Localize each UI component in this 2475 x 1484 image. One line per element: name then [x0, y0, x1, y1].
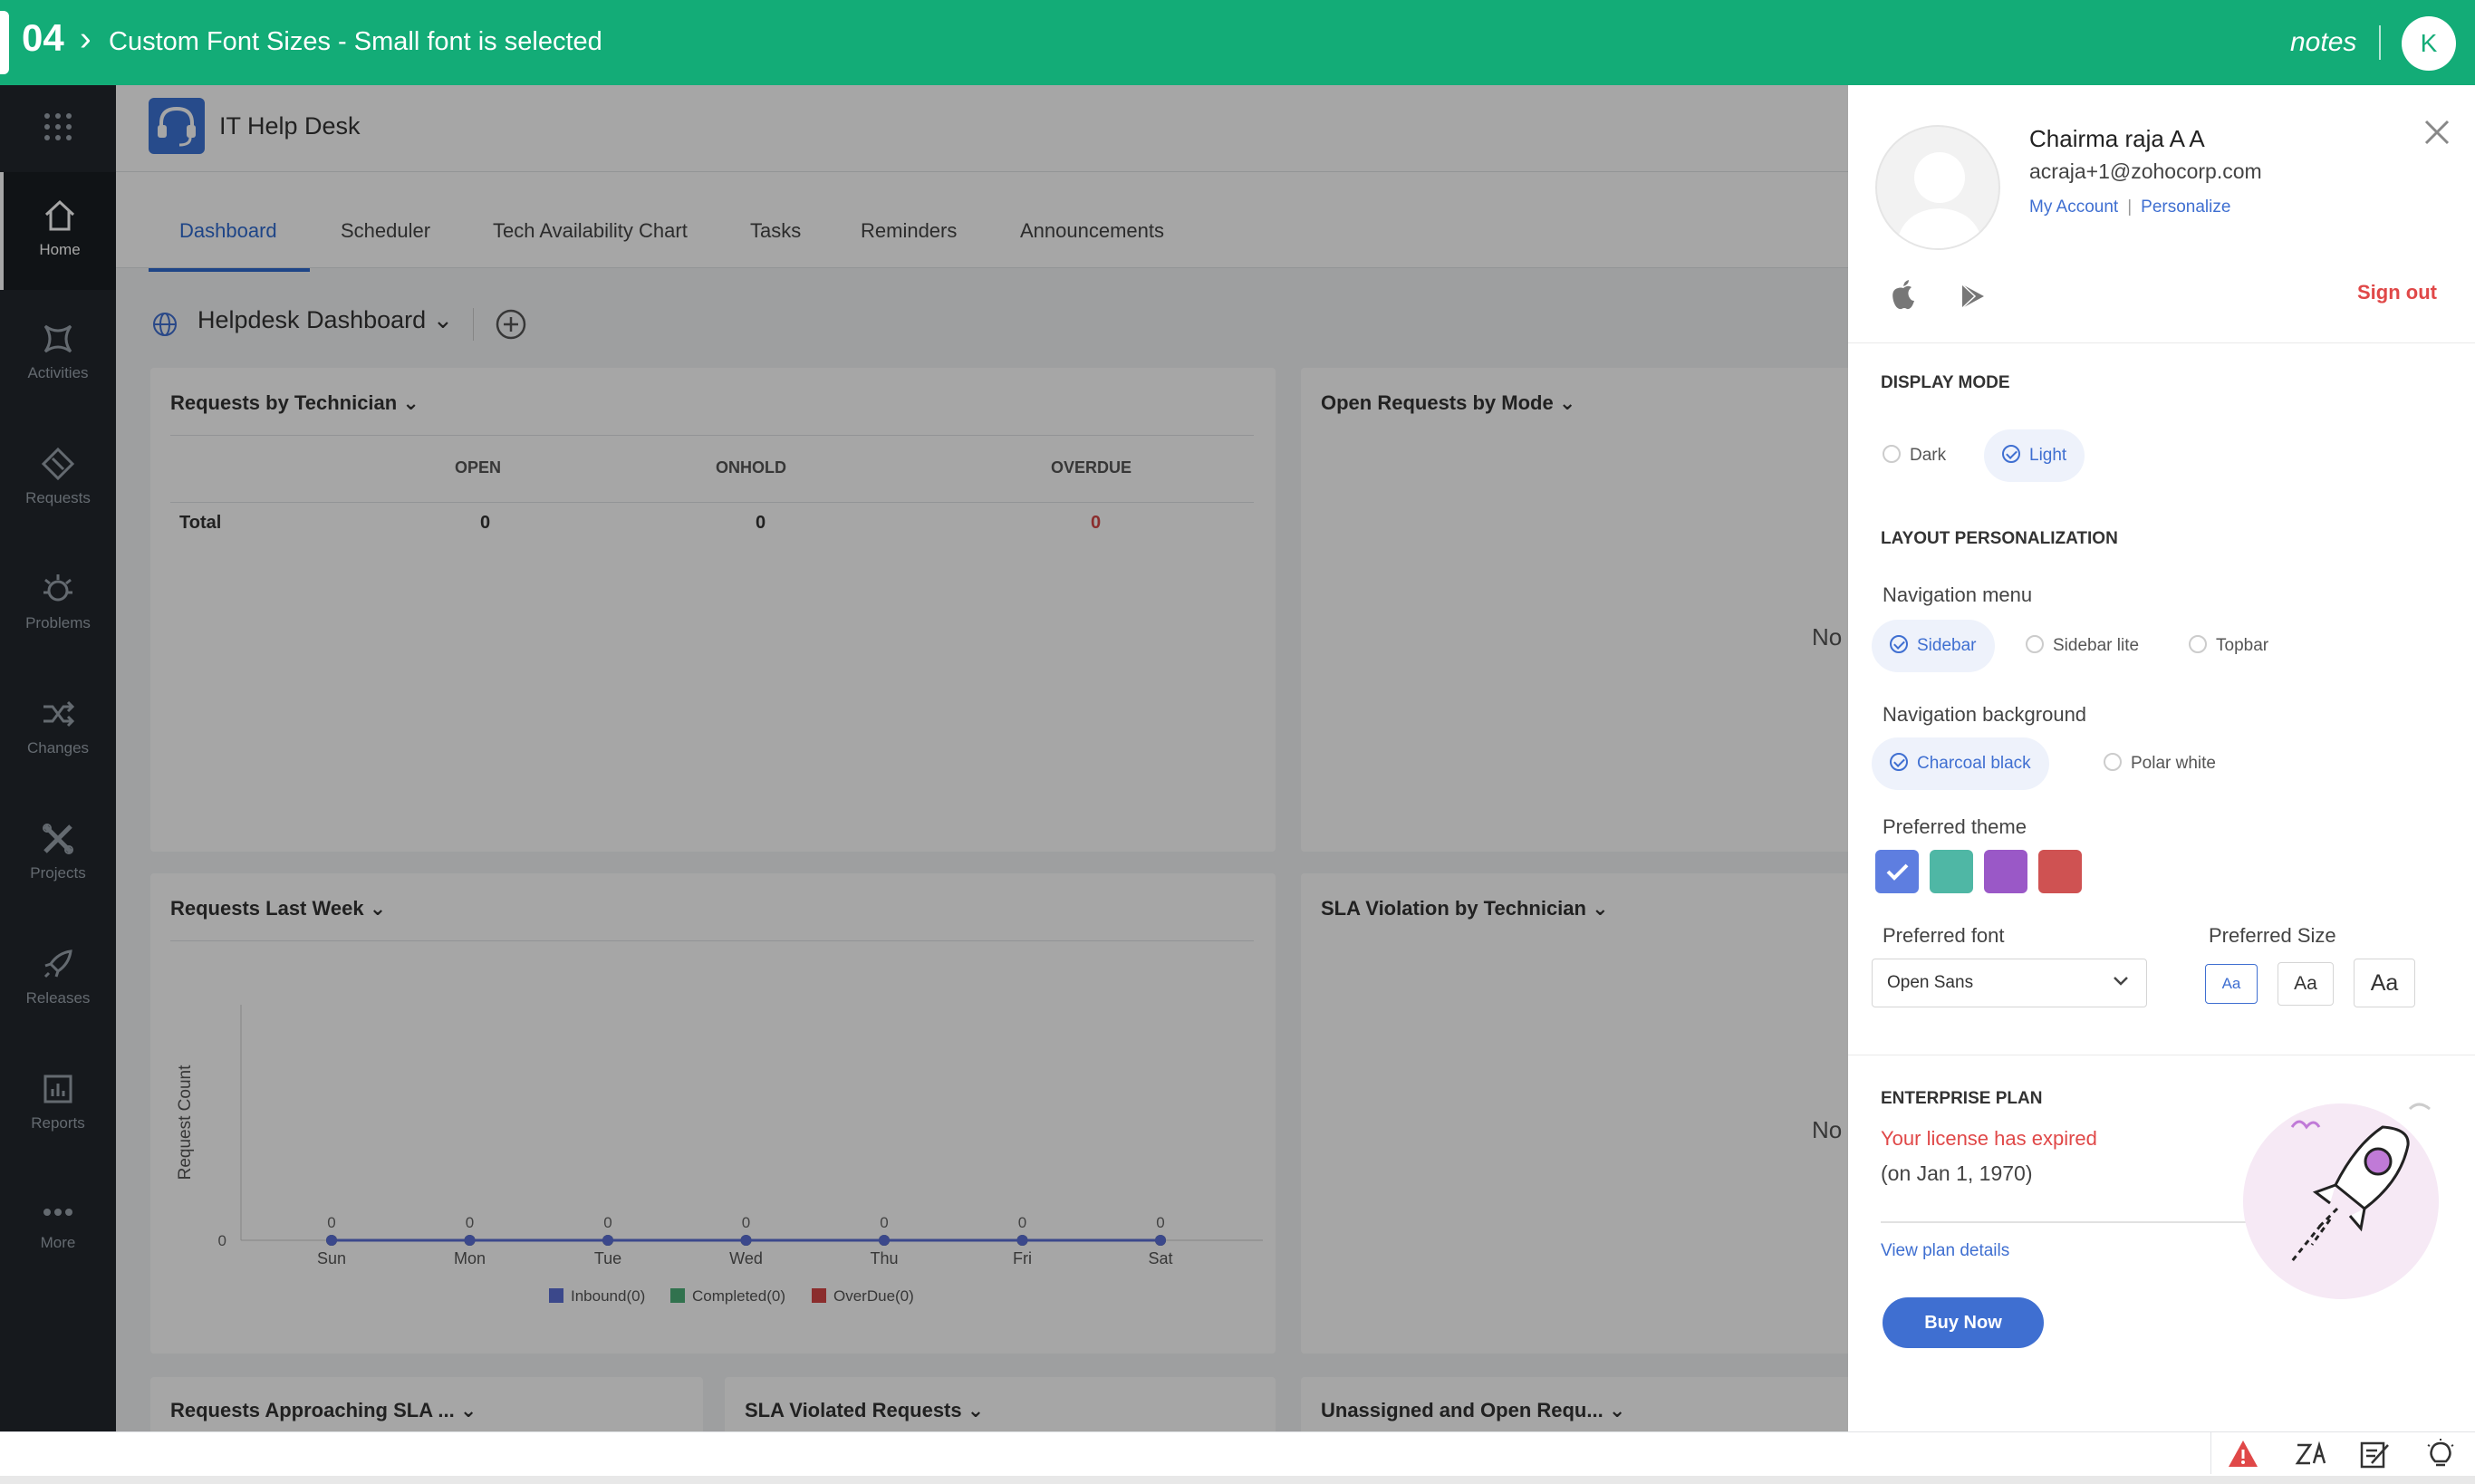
- check-circle-icon: [1890, 634, 1908, 653]
- alert-icon[interactable]: [2227, 1438, 2259, 1470]
- google-play-icon[interactable]: [1959, 283, 1986, 310]
- notes-link[interactable]: notes: [2290, 27, 2356, 58]
- step-number: 04: [22, 16, 64, 59]
- theme-swatch-blue[interactable]: [1875, 850, 1919, 893]
- option-label: Dark: [1910, 446, 1947, 465]
- personalize-link[interactable]: Personalize: [2141, 198, 2230, 217]
- checkmark-icon: [1886, 863, 1909, 881]
- bulb-icon[interactable]: [2424, 1438, 2457, 1470]
- profile-links: My Account | Personalize: [2029, 198, 2230, 217]
- compose-icon[interactable]: [2359, 1438, 2392, 1470]
- sign-out-button[interactable]: Sign out: [2357, 281, 2437, 304]
- option-label: Sidebar: [1917, 636, 1977, 655]
- font-select-value: Open Sans: [1887, 973, 1974, 992]
- size-large-button[interactable]: Aa: [2354, 959, 2415, 1007]
- option-polar-white[interactable]: Polar white: [2085, 737, 2234, 790]
- option-dark-mode[interactable]: Dark: [1864, 429, 1964, 482]
- link-separator: |: [2127, 198, 2133, 217]
- option-label: Sidebar lite: [2053, 636, 2140, 655]
- option-label: Light: [2029, 446, 2067, 465]
- radio-icon: [2026, 634, 2044, 653]
- header-divider: [2379, 25, 2381, 60]
- divider: [2210, 1432, 2211, 1474]
- divider: [1881, 1221, 2252, 1223]
- navigation-background-label: Navigation background: [1883, 703, 2087, 726]
- rocket-illustration: [2243, 1103, 2439, 1299]
- step-marker: [0, 11, 9, 74]
- bottom-edge: [0, 1476, 2475, 1484]
- preferred-theme-label: Preferred theme: [1883, 815, 2027, 838]
- apple-icon[interactable]: [1890, 279, 1917, 312]
- close-icon[interactable]: [2422, 118, 2451, 147]
- profile-email: acraja+1@zohocorp.com: [2029, 159, 2262, 183]
- license-expiry-date: (on Jan 1, 1970): [1881, 1161, 2033, 1185]
- size-medium-button[interactable]: Aa: [2278, 962, 2334, 1006]
- profile-photo[interactable]: [1875, 125, 2000, 250]
- profile-panel: Chairma raja A A acraja+1@zohocorp.com M…: [1848, 85, 2475, 1431]
- option-label: Topbar: [2216, 636, 2269, 655]
- chevron-right-icon: ›: [80, 20, 91, 58]
- option-topbar[interactable]: Topbar: [2171, 620, 2287, 672]
- buy-now-button[interactable]: Buy Now: [1883, 1297, 2044, 1348]
- option-light-mode[interactable]: Light: [1984, 429, 2085, 482]
- radio-icon: [2104, 752, 2122, 771]
- modal-backdrop[interactable]: [0, 85, 1848, 1431]
- view-plan-details-link[interactable]: View plan details: [1881, 1241, 2009, 1261]
- divider: [1848, 342, 2475, 343]
- user-avatar[interactable]: K: [2402, 16, 2456, 71]
- radio-icon: [2189, 634, 2207, 653]
- preferred-size-label: Preferred Size: [2209, 924, 2336, 947]
- status-bar: [0, 1431, 2475, 1484]
- option-sidebar-lite[interactable]: Sidebar lite: [2008, 620, 2157, 672]
- navigation-menu-label: Navigation menu: [1883, 583, 2033, 606]
- theme-swatch-purple[interactable]: [1984, 850, 2027, 893]
- font-select[interactable]: Open Sans: [1872, 959, 2147, 1007]
- tutorial-title: Custom Font Sizes - Small font is select…: [109, 27, 602, 56]
- radio-icon: [1883, 444, 1901, 463]
- section-enterprise-plan: ENTERPRISE PLAN: [1881, 1089, 2043, 1108]
- license-expired-text: Your license has expired: [1881, 1127, 2097, 1150]
- size-small-button[interactable]: Aa: [2205, 964, 2258, 1004]
- profile-name: Chairma raja A A: [2029, 125, 2205, 152]
- preferred-font-label: Preferred font: [1883, 924, 2005, 947]
- theme-swatch-teal[interactable]: [1930, 850, 1973, 893]
- theme-swatch-red[interactable]: [2038, 850, 2082, 893]
- my-account-link[interactable]: My Account: [2029, 198, 2118, 217]
- check-circle-icon: [1890, 752, 1908, 771]
- option-label: Charcoal black: [1917, 754, 2031, 773]
- option-label: Polar white: [2131, 754, 2216, 773]
- section-display-mode: DISPLAY MODE: [1881, 373, 2010, 392]
- tutorial-header: 04 › Custom Font Sizes - Small font is s…: [0, 0, 2475, 85]
- section-layout-personalization: LAYOUT PERSONALIZATION: [1881, 529, 2118, 548]
- option-sidebar[interactable]: Sidebar: [1872, 620, 1995, 672]
- chevron-down-icon: [2114, 977, 2128, 986]
- user-placeholder-icon: [1895, 152, 1984, 248]
- check-circle-icon: [2002, 444, 2020, 463]
- option-charcoal-black[interactable]: Charcoal black: [1872, 737, 2049, 790]
- zia-icon[interactable]: [2294, 1438, 2326, 1470]
